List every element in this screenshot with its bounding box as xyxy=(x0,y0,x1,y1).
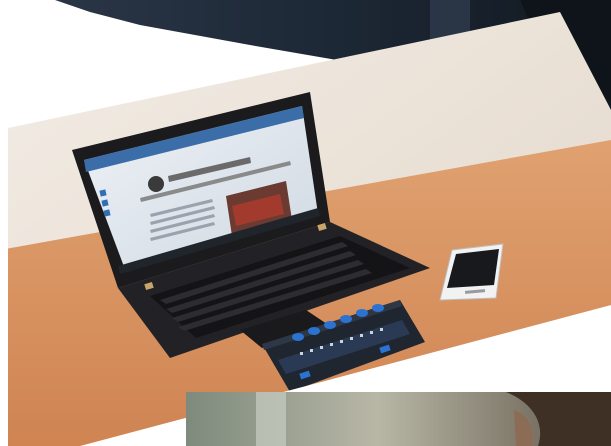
main-photo xyxy=(0,0,611,446)
bottom-photo-fragment xyxy=(186,392,611,446)
